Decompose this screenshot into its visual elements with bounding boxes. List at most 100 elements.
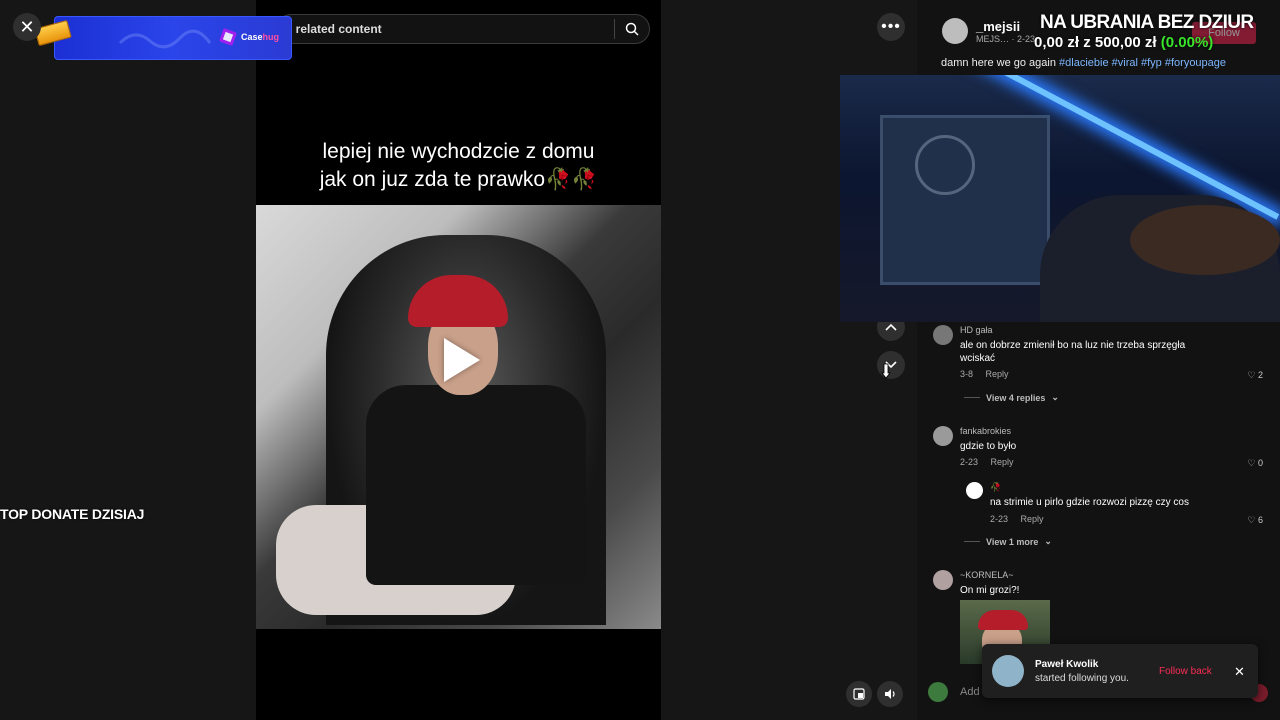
heart-icon: ♡ (1247, 370, 1256, 380)
more-icon: ••• (881, 18, 901, 35)
close-button[interactable]: ✕ (13, 13, 41, 41)
casehug-logo: Casehug (219, 28, 279, 46)
goal-current: 0,00 zł (1034, 34, 1080, 51)
brand-hug: hug (262, 32, 280, 42)
reply-button[interactable]: Reply (991, 457, 1014, 467)
comment-avatar[interactable] (933, 325, 953, 345)
view-replies-button[interactable]: View 4 replies ⌄ (964, 392, 1059, 403)
casehug-logo-icon (219, 28, 237, 46)
reply-button[interactable]: Reply (986, 369, 1009, 379)
reply-button[interactable]: Reply (1021, 514, 1044, 524)
heart-icon: ♡ (1247, 458, 1256, 468)
thumb-cap (978, 610, 1028, 630)
webcam-shelf (880, 115, 1050, 285)
caption-line-1: lepiej nie wychodzcie z domu (322, 140, 595, 163)
view-more-button[interactable]: View 1 more ⌄ (964, 536, 1052, 547)
comment-date: 3-8 (960, 369, 974, 379)
follower-avatar[interactable] (992, 655, 1024, 687)
like-count: 6 (1257, 515, 1263, 525)
view-replies-label: View 4 replies (986, 392, 1046, 403)
follow-notification: Paweł Kwolik started following you. Foll… (982, 644, 1258, 698)
close-icon: ✕ (19, 16, 35, 37)
comment-meta: 2-23 Reply (960, 457, 1014, 467)
reply-username[interactable]: 🥀 (990, 482, 1001, 493)
reply-meta: 2-23 Reply (990, 514, 1044, 524)
search-bar[interactable]: d related content (276, 14, 650, 44)
webcam-hair (1130, 205, 1280, 275)
author-avatar[interactable] (942, 18, 968, 44)
author-info[interactable]: _mejsii MEJS… · 2-23 (942, 18, 1035, 44)
video-panel[interactable]: d related content lepiej nie wychodzcie … (256, 0, 661, 720)
comment-date: 2-23 (960, 457, 979, 467)
goal-target: 500,00 zł (1094, 34, 1157, 51)
chevron-up-icon (885, 323, 897, 331)
page: TOP DONATE DZISIAJ d related content lep… (0, 0, 1280, 720)
like-button[interactable]: ♡ 2 (1247, 370, 1263, 381)
like-count: 2 (1257, 370, 1263, 380)
comment-item: fankabrokies gdzie to było 2-23 Reply ♡ … (933, 426, 1263, 476)
caption-line-2: jak on juz zda te prawko🥀🥀 (319, 168, 598, 191)
hashtag[interactable]: #dlaciebie (1059, 57, 1109, 69)
view-more-label: View 1 more (986, 536, 1039, 547)
volume-button[interactable] (877, 681, 903, 707)
pip-icon (853, 688, 865, 700)
follower-name[interactable]: Paweł Kwolik (1035, 659, 1098, 670)
comment-avatar[interactable] (933, 570, 953, 590)
hashtag[interactable]: #fyp (1141, 57, 1162, 69)
add-comment-input[interactable]: Add (960, 686, 980, 698)
webcam-target (915, 135, 975, 195)
pip-button[interactable] (846, 681, 872, 707)
current-user-avatar (928, 682, 948, 702)
person-body (366, 385, 586, 585)
video-frame[interactable] (256, 205, 661, 629)
video-description: damn here we go again #dlaciebie #viral … (941, 57, 1226, 69)
search-icon[interactable] (615, 22, 649, 36)
comment-meta: 3-8 Reply (960, 369, 1009, 379)
divider-line (964, 397, 980, 398)
brand-case: Case (241, 32, 263, 42)
left-backdrop (0, 0, 256, 720)
comment-text: ale on dobrze zmienił bo na luz nie trze… (960, 340, 1186, 364)
top-donate-label: TOP DONATE DZISIAJ (0, 506, 145, 522)
search-input[interactable]: d related content (277, 22, 614, 36)
stream-goal-amount: 0,00 zł z 500,00 zł (0.00%) (1034, 34, 1213, 51)
chevron-down-icon: ⌄ (1044, 536, 1052, 546)
author-name[interactable]: _mejsii (976, 19, 1035, 34)
goal-of: z (1083, 34, 1091, 51)
comment-username[interactable]: fankabrokies (960, 426, 1011, 436)
volume-icon (884, 689, 895, 699)
chevron-down-icon: ⌄ (1051, 392, 1059, 402)
comment-text: On mi grozi?! (960, 585, 1020, 596)
mouse-cursor-icon (881, 363, 891, 379)
goal-percent: (0.00%) (1160, 34, 1214, 51)
streamer-webcam (840, 75, 1280, 322)
close-icon[interactable]: ✕ (1234, 664, 1245, 680)
like-button[interactable]: ♡ 0 (1247, 458, 1263, 469)
heart-icon: ♡ (1247, 515, 1256, 525)
reply-text: na strimie u pirlo gdzie rozwozi pizzę c… (990, 497, 1189, 508)
author-text: _mejsii MEJS… · 2-23 (976, 19, 1035, 44)
divider-line (964, 541, 980, 542)
like-count: 0 (1257, 458, 1263, 468)
reply-date: 2-23 (990, 514, 1009, 524)
hashtag[interactable]: #viral (1112, 57, 1138, 69)
video-caption: lepiej nie wychodzcie z domu jak on juz … (256, 138, 661, 194)
casehug-banner[interactable]: Casehug (54, 16, 292, 60)
comment-username[interactable]: ~KORNELA~ (960, 570, 1014, 580)
comment-avatar[interactable] (933, 426, 953, 446)
stream-goal-title: NA UBRANIA BEZ DZIUR (1040, 12, 1254, 33)
reply-item: 🥀 na strimie u pirlo gdzie rozwozi pizzę… (966, 482, 1263, 532)
play-icon[interactable] (444, 338, 480, 382)
comment-username[interactable]: HD gała (960, 325, 993, 335)
notification-text: started following you. (1035, 673, 1129, 684)
more-options-button[interactable]: ••• (877, 13, 905, 41)
follow-back-button[interactable]: Follow back (1159, 666, 1212, 677)
like-button[interactable]: ♡ 6 (1247, 515, 1263, 526)
hashtag[interactable]: #foryoupage (1165, 57, 1226, 69)
comment-text: gdzie to było (960, 441, 1017, 452)
reply-avatar[interactable] (966, 482, 983, 499)
author-sub: MEJS… · 2-23 (976, 33, 1036, 44)
description-text: damn here we go again (941, 57, 1056, 69)
banner-decoration (118, 29, 212, 49)
casehug-logo-text: Casehug (241, 32, 279, 42)
